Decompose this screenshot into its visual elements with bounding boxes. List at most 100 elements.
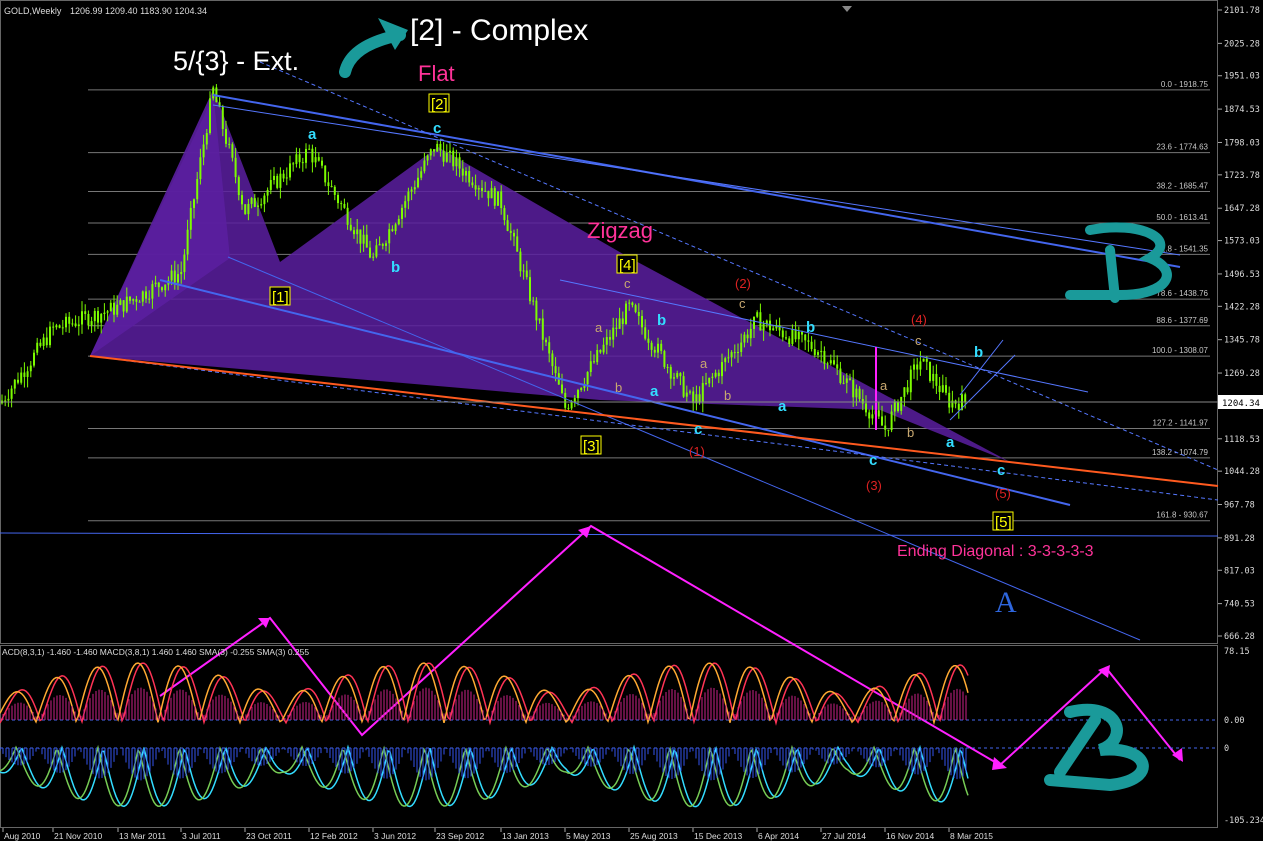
label-b-2: b xyxy=(657,312,666,329)
zigzag-label: Zigzag xyxy=(587,218,653,243)
candle-body xyxy=(596,349,599,363)
candle-body xyxy=(439,143,442,151)
price-tick-label: 666.28 xyxy=(1224,632,1255,642)
date-tick-label: 8 Mar 2015 xyxy=(950,831,993,841)
candle-body xyxy=(877,410,880,417)
candle-body xyxy=(474,185,477,190)
candle-body xyxy=(855,388,858,398)
candle-body xyxy=(948,392,951,408)
candle-body xyxy=(519,251,522,272)
label-a-small-3: a xyxy=(880,378,888,393)
price-tick-label: 817.03 xyxy=(1224,566,1255,576)
candle-body xyxy=(340,203,343,205)
fib-level-label: 161.8 - 930.67 xyxy=(1156,511,1208,520)
candle-body xyxy=(317,157,320,161)
label-b-small-1: b xyxy=(615,380,622,395)
candle-body xyxy=(413,187,416,190)
candle-body xyxy=(573,398,576,402)
candle-body xyxy=(714,372,717,377)
wave-a-big-label: A xyxy=(995,586,1017,619)
candle-body xyxy=(260,204,263,206)
candle-body xyxy=(625,303,627,325)
candle-body xyxy=(935,373,938,386)
candle-body xyxy=(599,349,602,353)
candle-body xyxy=(621,318,624,325)
fib-level-label: 50.0 - 1613.41 xyxy=(1156,213,1208,222)
candle-body xyxy=(164,284,167,291)
candle-body xyxy=(308,148,311,150)
candle-body xyxy=(324,165,327,183)
candle-body xyxy=(186,229,189,255)
candle-body xyxy=(4,400,7,402)
teal-arrow-icon xyxy=(339,18,408,78)
candle-body xyxy=(602,344,605,353)
shift-marker-icon xyxy=(842,6,852,12)
candle-body xyxy=(922,358,925,362)
candle-body xyxy=(660,343,663,351)
macd-axis: 78.15 0.00 0 -105.234 xyxy=(1224,647,1263,826)
date-tick-label: 21 Nov 2010 xyxy=(54,831,102,841)
candle-body xyxy=(615,327,618,329)
label-a-small-2: a xyxy=(700,356,708,371)
candle-body xyxy=(266,189,269,196)
candle-body xyxy=(833,360,835,365)
candle-body xyxy=(657,343,659,353)
fib-level-label: 23.6 - 1774.63 xyxy=(1156,143,1208,152)
candle-body xyxy=(650,342,653,350)
candle-body xyxy=(628,302,631,304)
candle-body xyxy=(7,398,10,401)
flat-label: Flat xyxy=(418,61,455,86)
gold-weekly-chart: 0.0 - 1918.75 23.6 - 1774.63 38.2 - 1685.4… xyxy=(0,0,1263,841)
candle-body xyxy=(532,300,535,302)
label-c-1: c xyxy=(433,120,441,137)
candle-body xyxy=(442,150,445,162)
label-a-1: a xyxy=(308,126,317,143)
candle-body xyxy=(106,311,109,313)
candle-body xyxy=(173,270,176,283)
date-tick-label: 13 Mar 2011 xyxy=(119,831,166,841)
candle-body xyxy=(26,371,29,377)
candle-body xyxy=(570,401,573,409)
candle-body xyxy=(250,198,253,204)
price-tick-label: 1647.28 xyxy=(1224,204,1260,214)
candle-body xyxy=(753,316,755,329)
wave-5-circle-label: (5) xyxy=(995,486,1011,501)
label-c-4: c xyxy=(997,462,1005,479)
candle-body xyxy=(381,244,384,246)
label-b-1: b xyxy=(391,259,400,276)
candle-body xyxy=(503,208,506,221)
wave-1-circle-label: (1) xyxy=(689,444,705,459)
candle-body xyxy=(471,182,474,186)
candle-body xyxy=(711,376,714,378)
candle-body xyxy=(23,372,26,377)
candle-body xyxy=(685,392,688,397)
candle-body xyxy=(522,270,525,272)
macd-header: ACD(8,3,1) -1.460 -1.460 MACD(3,8,1) 1.4… xyxy=(2,647,309,657)
candle-body xyxy=(941,385,944,393)
label-a-2: a xyxy=(650,383,659,400)
fib-level-label: 78.6 - 1438.76 xyxy=(1156,289,1208,298)
candle-body xyxy=(138,301,141,303)
candle-body xyxy=(282,173,285,179)
candle-body xyxy=(145,291,147,299)
candle-body xyxy=(100,313,103,323)
candle-body xyxy=(301,162,304,164)
candle-body xyxy=(727,357,730,359)
candle-body xyxy=(481,187,483,191)
candle-body xyxy=(199,157,202,180)
candle-body xyxy=(61,327,64,329)
candle-body xyxy=(916,364,919,370)
candle-body xyxy=(890,411,893,431)
candle-body xyxy=(705,383,707,385)
candle-body xyxy=(468,171,471,183)
candle-body xyxy=(545,339,547,343)
candle-body xyxy=(772,328,775,331)
candle-body xyxy=(29,365,32,372)
candle-body xyxy=(749,328,752,339)
candle-body xyxy=(36,342,39,353)
candle-body xyxy=(52,326,55,328)
fib-level-label: 38.2 - 1685.47 xyxy=(1156,182,1208,191)
label-b-3: b xyxy=(806,319,815,336)
candle-body xyxy=(151,284,154,299)
candle-body xyxy=(909,369,912,393)
